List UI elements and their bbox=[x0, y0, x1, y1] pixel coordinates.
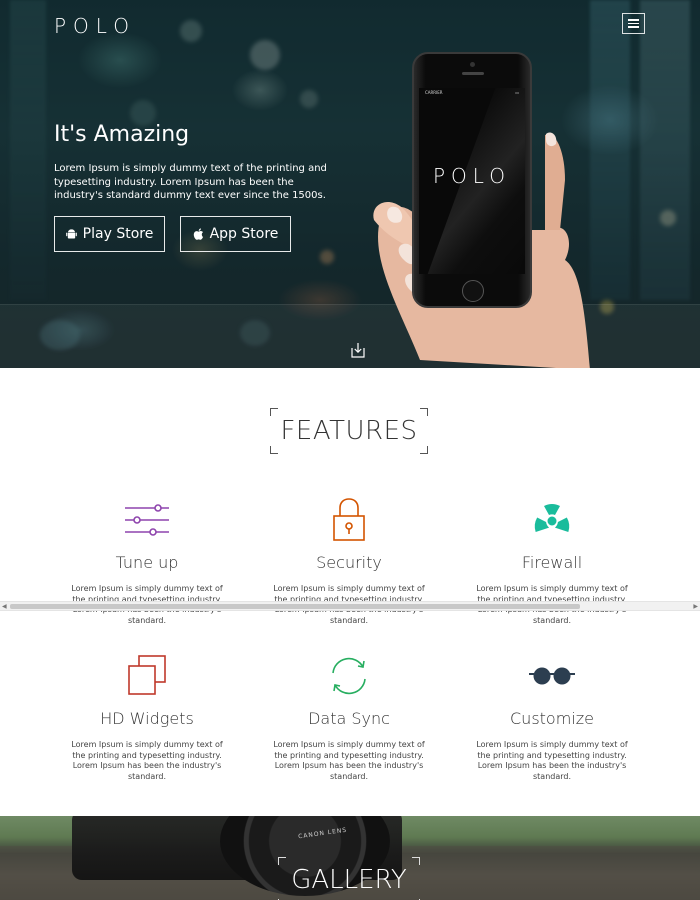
phone-speaker bbox=[462, 72, 484, 75]
gallery-title: GALLERY bbox=[291, 865, 407, 895]
scrollbar-thumb[interactable] bbox=[10, 604, 580, 609]
features-title-frame: FEATURES bbox=[270, 408, 428, 454]
android-icon bbox=[65, 229, 77, 239]
horizontal-scrollbar[interactable]: ◀ ▶ bbox=[0, 601, 700, 611]
feature-title: Customize bbox=[510, 709, 594, 728]
phone-mockup: CARRIER ▭ POLO bbox=[412, 52, 532, 308]
feature-data-sync: Data Sync Lorem Ipsum is simply dummy te… bbox=[259, 653, 439, 782]
sliders-icon bbox=[125, 504, 169, 536]
feature-title: Data Sync bbox=[308, 709, 390, 728]
phone-status-bar: CARRIER ▭ bbox=[425, 90, 519, 95]
site-logo[interactable]: POLO bbox=[54, 14, 136, 38]
feature-hd-widgets: HD Widgets Lorem Ipsum is simply dummy t… bbox=[57, 653, 237, 782]
hero-text: Lorem Ipsum is simply dummy text of the … bbox=[54, 163, 327, 201]
feature-description: Lorem Ipsum is simply dummy text of the … bbox=[273, 740, 425, 781]
feature-title: Tune up bbox=[115, 553, 179, 572]
phone-carrier: CARRIER bbox=[425, 90, 443, 95]
phone-battery-icon: ▭ bbox=[515, 90, 519, 95]
radiation-icon bbox=[534, 504, 570, 533]
feature-title: Firewall bbox=[521, 553, 583, 572]
app-store-button[interactable]: App Store bbox=[180, 216, 291, 252]
feature-title: HD Widgets bbox=[100, 709, 194, 728]
phone-home-button bbox=[462, 280, 484, 302]
sunglasses-icon bbox=[529, 667, 575, 685]
hamburger-menu-icon[interactable] bbox=[622, 13, 645, 34]
play-store-button[interactable]: Play Store bbox=[54, 216, 165, 252]
phone-camera bbox=[470, 62, 475, 67]
download-arrow-icon[interactable] bbox=[349, 341, 367, 359]
feature-title: Security bbox=[316, 553, 382, 572]
feature-description: Lorem Ipsum is simply dummy text of the … bbox=[71, 740, 223, 781]
layers-icon bbox=[128, 655, 166, 695]
phone-screen-logo: POLO bbox=[433, 164, 511, 188]
apple-icon bbox=[193, 228, 203, 240]
scroll-left-arrow-icon[interactable]: ◀ bbox=[2, 603, 7, 610]
scroll-right-arrow-icon[interactable]: ▶ bbox=[693, 603, 698, 610]
play-store-label: Play Store bbox=[82, 226, 154, 242]
sync-icon bbox=[332, 657, 366, 695]
phone-screen: CARRIER ▭ POLO bbox=[419, 88, 525, 274]
hero-section: CARRIER ▭ POLO POLO It's Amazing Lorem I… bbox=[0, 0, 700, 368]
lock-icon bbox=[333, 498, 365, 541]
feature-description: Lorem Ipsum is simply dummy text of the … bbox=[476, 740, 628, 781]
app-store-label: App Store bbox=[209, 226, 279, 242]
features-title: FEATURES bbox=[280, 416, 418, 446]
feature-customize: Customize Lorem Ipsum is simply dummy te… bbox=[462, 653, 642, 782]
hero-title: It's Amazing bbox=[54, 122, 190, 147]
gallery-title-frame: GALLERY bbox=[278, 857, 420, 900]
